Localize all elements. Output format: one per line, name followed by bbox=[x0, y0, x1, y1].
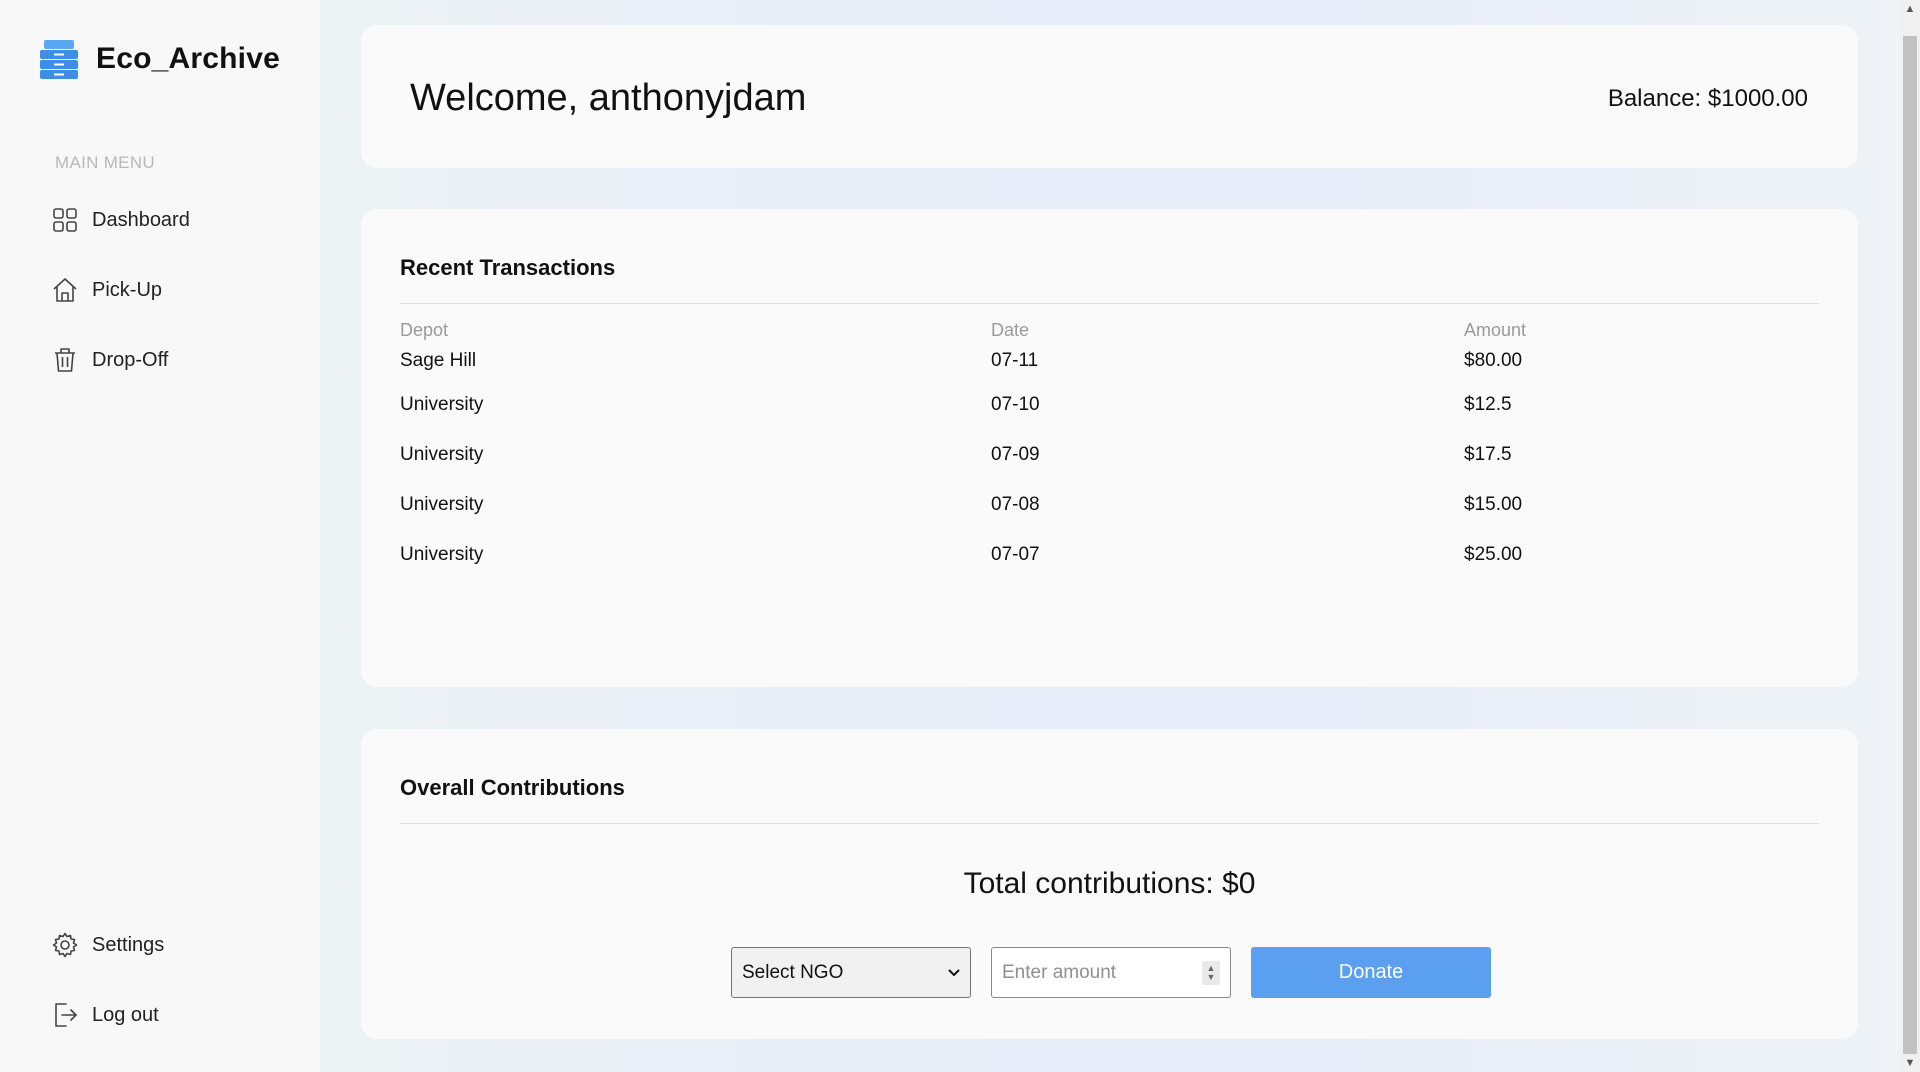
amount-cell: $15.00 bbox=[1464, 494, 1523, 515]
brand[interactable]: Eco_Archive bbox=[38, 38, 280, 80]
total-contributions: Total contributions: $0 bbox=[963, 867, 1256, 900]
date-cell: 07-10 bbox=[991, 394, 1040, 415]
amount-cell: $25.00 bbox=[1464, 544, 1523, 565]
depot-cell: University bbox=[400, 544, 484, 565]
sidebar-item-label: Drop-Off bbox=[92, 348, 169, 371]
table-row: University 07-07 $25.00 bbox=[400, 544, 1819, 594]
amount-cell: $17.5 bbox=[1464, 444, 1512, 465]
sidebar-item-label: Settings bbox=[92, 933, 165, 956]
transactions-table: Depot Date Amount Sage Hill 07-11 $80.00… bbox=[400, 320, 1819, 594]
archive-logo-icon bbox=[40, 40, 78, 79]
overall-contributions-title: Overall Contributions bbox=[400, 775, 625, 800]
sidebar-item-label: Log out bbox=[92, 1003, 159, 1026]
gear-icon bbox=[52, 932, 78, 958]
recent-transactions-card: Recent Transactions Depot Date Amount Sa… bbox=[361, 209, 1858, 687]
column-header-depot: Depot bbox=[400, 320, 449, 340]
table-row: University 07-10 $12.5 bbox=[400, 394, 1819, 444]
sidebar-item-label: Dashboard bbox=[92, 208, 190, 231]
balance-display: Balance: $1000.00 bbox=[1607, 85, 1808, 112]
sidebar-item-log-out[interactable]: Log out bbox=[52, 1002, 159, 1028]
depot-cell: University bbox=[400, 444, 484, 465]
scroll-up-icon[interactable]: ▲ bbox=[1900, 0, 1920, 18]
amount-input-placeholder: Enter amount bbox=[1002, 961, 1117, 983]
sidebar-item-settings[interactable]: Settings bbox=[52, 932, 164, 958]
date-cell: 07-07 bbox=[991, 544, 1040, 565]
amount-cell: $80.00 bbox=[1464, 350, 1523, 371]
donate-form: Select NGO Enter amount ▲ ▼ Donate bbox=[731, 947, 1491, 998]
donate-button[interactable]: Donate bbox=[1251, 947, 1491, 998]
app-name: Eco_Archive bbox=[96, 42, 280, 75]
depot-cell: Sage Hill bbox=[400, 350, 477, 371]
welcome-heading: Welcome, anthonyjdam bbox=[410, 77, 807, 119]
spin-down-icon: ▼ bbox=[1206, 971, 1216, 982]
date-cell: 07-11 bbox=[991, 350, 1039, 371]
number-spinner[interactable]: ▲ ▼ bbox=[1202, 960, 1220, 985]
chevron-down-icon bbox=[948, 968, 960, 976]
scrollbar-thumb[interactable] bbox=[1903, 36, 1917, 1054]
overall-contributions-card: Overall Contributions Total contribution… bbox=[361, 729, 1858, 1039]
divider bbox=[400, 303, 1819, 304]
sidebar-item-drop-off[interactable]: Drop-Off bbox=[52, 347, 168, 373]
column-header-date: Date bbox=[991, 320, 1030, 340]
column-header-amount: Amount bbox=[1464, 320, 1527, 340]
sidebar-item-pick-up[interactable]: Pick-Up bbox=[52, 277, 162, 303]
table-header-row: Depot Date Amount bbox=[400, 320, 1819, 350]
main-menu-heading: MAIN MENU bbox=[55, 153, 155, 172]
welcome-card: Welcome, anthonyjdam Balance: $1000.00 bbox=[361, 25, 1858, 168]
recent-transactions-title: Recent Transactions bbox=[400, 255, 616, 280]
page-scrollbar[interactable]: ▲ ▼ bbox=[1900, 0, 1920, 1072]
scroll-down-icon[interactable]: ▼ bbox=[1900, 1054, 1920, 1072]
trash-icon bbox=[55, 348, 75, 372]
sidebar-item-dashboard[interactable]: Dashboard bbox=[52, 207, 190, 233]
sidebar-item-label: Pick-Up bbox=[92, 278, 163, 301]
sidebar: Eco_Archive MAIN MENU Dashboard Pick-Up … bbox=[0, 0, 320, 1072]
grid-icon bbox=[53, 208, 77, 232]
divider bbox=[400, 823, 1819, 824]
home-icon bbox=[53, 278, 77, 302]
date-cell: 07-08 bbox=[991, 494, 1040, 515]
table-row: University 07-09 $17.5 bbox=[400, 444, 1819, 494]
ngo-select[interactable]: Select NGO bbox=[731, 947, 971, 998]
table-row: Sage Hill 07-11 $80.00 bbox=[400, 350, 1819, 394]
date-cell: 07-09 bbox=[991, 444, 1040, 465]
amount-input[interactable]: Enter amount ▲ ▼ bbox=[991, 947, 1231, 998]
table-row: University 07-08 $15.00 bbox=[400, 494, 1819, 544]
depot-cell: University bbox=[400, 494, 484, 515]
logout-icon bbox=[55, 1003, 77, 1027]
depot-cell: University bbox=[400, 394, 484, 415]
amount-cell: $12.5 bbox=[1464, 394, 1512, 415]
ngo-select-value: Select NGO bbox=[742, 961, 844, 983]
